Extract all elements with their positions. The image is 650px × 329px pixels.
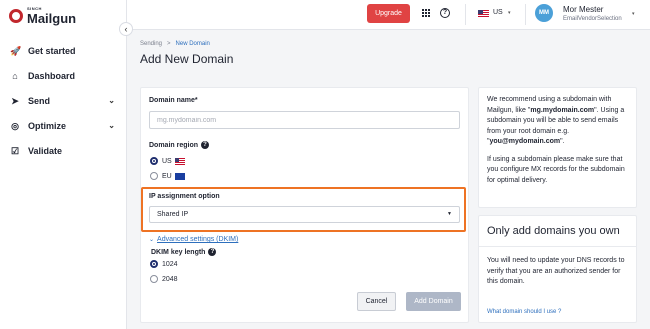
breadcrumb-separator: > [167,41,171,47]
help-icon[interactable]: ? [440,8,450,18]
sidebar-nav: 🚀 Get started ⌂ Dashboard ➤ Send ⌄ ◎ Opt… [0,38,127,163]
dkim-option-label: 1024 [162,260,178,268]
region-option-eu[interactable]: EU [150,172,185,180]
region-label-text: Domain region [149,142,199,149]
region-label: Domain region? [149,141,210,149]
topbar-divider [465,4,466,25]
sidebar-collapse-button[interactable]: ‹ [119,22,133,36]
app-grid-icon[interactable] [422,9,430,17]
advanced-settings-label: Advanced settings (DKIM) [157,236,239,243]
what-domain-link[interactable]: What domain should I use ? [487,309,561,315]
home-icon: ⌂ [12,70,18,81]
chevron-down-icon[interactable]: ⌄ [108,121,115,130]
dkim-option-1024[interactable]: 1024 [150,260,178,268]
domain-name-input[interactable] [149,111,460,129]
validate-icon: ☑ [10,145,20,156]
caret-down-icon: ▼ [447,211,452,217]
add-domain-button[interactable]: Add Domain [406,292,461,311]
recommendation-text: We recommend using a subdomain with Mail… [487,95,628,148]
sidebar-item-optimize[interactable]: ◎ Optimize ⌄ [0,113,127,138]
sidebar-item-label: Dashboard [28,70,76,81]
chevron-down-icon[interactable]: ▾ [508,10,511,16]
recommendation-example-email: you@mydomain.com [489,138,561,145]
dkim-label-text: DKIM key length [151,249,206,256]
topbar-divider [525,4,526,25]
chevron-down-icon: ⌄ [149,237,155,243]
sidebar-item-label: Validate [28,145,63,156]
user-account[interactable]: EmailVendorSelection [563,16,622,22]
send-icon: ➤ [11,95,19,106]
recommendation-text-part: ". [560,138,565,145]
optimize-icon: ◎ [11,120,19,131]
dkim-label: DKIM key length? [151,248,217,256]
sidebar: SINCH Mailgun 🚀 Get started ⌂ Dashboard … [0,0,127,329]
info-icon[interactable]: ? [201,141,210,149]
ip-assignment-label: IP assignment option [149,193,220,200]
sidebar-item-validate[interactable]: ☑ Validate [0,138,127,163]
upgrade-button[interactable]: Upgrade [367,4,410,23]
chevron-down-icon[interactable]: ▾ [632,11,635,17]
mx-records-text: If using a subdomain please make sure th… [487,155,625,184]
us-flag-icon[interactable] [478,10,489,17]
eu-flag-icon [174,172,185,180]
avatar[interactable]: MM [535,4,553,22]
own-domains-text: You will need to update your DNS records… [487,257,625,285]
topbar: Upgrade ? US ▾ MM Mor Mester EmailVendor… [127,0,650,30]
region-option-us[interactable]: US [150,157,185,165]
sidebar-item-label: Get started [28,45,76,56]
breadcrumb: Sending > New Domain [140,41,210,47]
rocket-icon: 🚀 [10,45,22,56]
domain-name-label: Domain name* [149,97,198,104]
brand-name: Mailgun [27,11,77,26]
mailgun-logo[interactable]: SINCH Mailgun [9,7,76,25]
ip-assignment-select[interactable]: Shared IP ▼ [149,206,460,223]
panel-divider [479,246,636,247]
region-option-label: EU [162,172,172,180]
radio-eu[interactable] [150,172,158,180]
sidebar-item-get-started[interactable]: 🚀 Get started [0,38,127,63]
region-option-label: US [162,157,172,165]
breadcrumb-current: New Domain [175,41,210,47]
sidebar-item-label: Optimize [28,120,67,131]
page-title: Add New Domain [140,52,234,66]
region-selector[interactable]: US [493,9,503,16]
own-domains-panel: Only add domains you own You will need t… [478,215,637,323]
dkim-option-label: 2048 [162,275,178,283]
own-domains-title: Only add domains you own [487,225,620,237]
add-domain-form: Domain name* Domain region? US EU IP ass… [140,87,469,323]
mailgun-logo-icon [9,9,23,23]
ip-assignment-value: Shared IP [157,211,189,218]
sidebar-item-send[interactable]: ➤ Send ⌄ [0,88,127,113]
subdomain-recommendation-panel: We recommend using a subdomain with Mail… [478,87,637,208]
radio-1024[interactable] [150,260,158,268]
chevron-down-icon[interactable]: ⌄ [108,96,115,105]
radio-2048[interactable] [150,275,158,283]
sidebar-item-label: Send [28,95,51,106]
dkim-option-2048[interactable]: 2048 [150,275,178,283]
us-flag-icon [174,157,185,165]
cancel-button[interactable]: Cancel [357,292,396,311]
radio-us[interactable] [150,157,158,165]
sidebar-item-dashboard[interactable]: ⌂ Dashboard [0,63,127,88]
info-icon[interactable]: ? [208,248,217,256]
user-name[interactable]: Mor Mester [563,5,603,14]
recommendation-example-subdomain: mg.mydomain.com [530,106,595,114]
advanced-settings-link[interactable]: ⌄ Advanced settings (DKIM) [149,236,238,243]
breadcrumb-sending[interactable]: Sending [140,41,162,47]
